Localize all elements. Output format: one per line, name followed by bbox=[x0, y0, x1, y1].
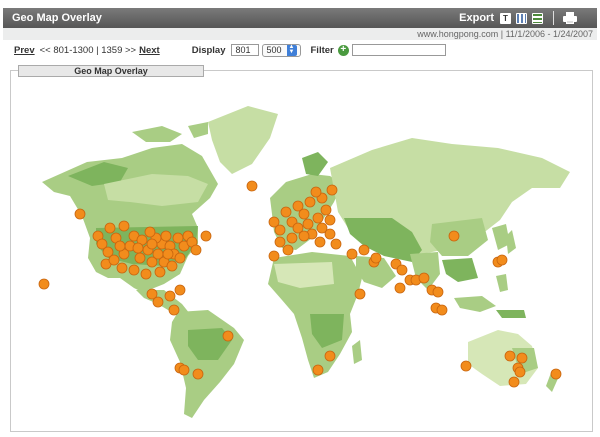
range-text: << 801-1300 | 1359 >> bbox=[39, 44, 137, 56]
title-bar: Geo Map Overlay Export T bbox=[3, 8, 597, 28]
filter-label: Filter bbox=[310, 44, 334, 56]
world-map[interactable] bbox=[12, 78, 592, 428]
export-label: Export bbox=[459, 12, 494, 24]
toolbar-divider bbox=[553, 11, 554, 25]
select-arrows-icon: ▲ ▼ bbox=[286, 44, 297, 56]
display-label: Display bbox=[191, 44, 226, 56]
spreadsheet-export-icon[interactable] bbox=[532, 12, 543, 24]
display-count-select[interactable]: 500 ▲ ▼ bbox=[261, 43, 301, 57]
land-masses bbox=[42, 106, 570, 418]
display-count-value: 500 bbox=[266, 45, 282, 55]
pagination-controls: Prev << 801-1300 | 1359 >> Next Display … bbox=[14, 43, 446, 57]
site-date-range: www.hongpong.com | 11/1/2006 - 1/24/2007 bbox=[3, 28, 597, 40]
window-title: Geo Map Overlay bbox=[12, 12, 102, 24]
filter-input[interactable] bbox=[351, 44, 446, 56]
grid-export-icon[interactable] bbox=[516, 12, 527, 24]
prev-link[interactable]: Prev bbox=[14, 45, 35, 56]
panel-tab: Geo Map Overlay bbox=[18, 65, 204, 77]
add-filter-icon[interactable]: + bbox=[337, 44, 349, 56]
printer-icon[interactable] bbox=[563, 12, 577, 24]
text-export-icon[interactable]: T bbox=[500, 12, 511, 24]
next-link[interactable]: Next bbox=[139, 45, 160, 56]
display-start-input[interactable]: 801 bbox=[230, 44, 259, 56]
